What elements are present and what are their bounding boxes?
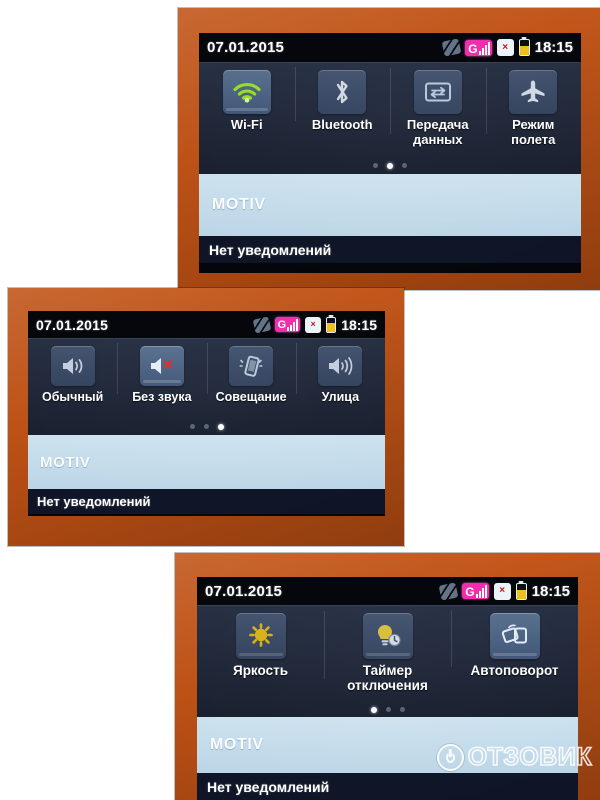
status-bar: 07.01.2015 G × 18:15: [197, 577, 578, 605]
status-bar: 07.01.2015 G × 18:15: [28, 311, 385, 338]
toggle-state-bar: [238, 653, 283, 656]
toggle-sleep-timer[interactable]: Таймер отключения: [324, 606, 451, 693]
toggle-label: Совещание: [215, 390, 287, 404]
toggle-label: Обычный: [41, 390, 104, 404]
page-indicator: [197, 707, 578, 713]
bluetooth-icon: [318, 70, 366, 114]
gprs-signal-icon: G: [465, 39, 492, 56]
notification-band: Нет уведомлений: [28, 489, 385, 514]
no-notifications-text: Нет уведомлений: [37, 494, 151, 509]
status-time: 18:15: [341, 316, 377, 333]
gprs-letter: G: [277, 319, 287, 331]
carrier-name: MOTIV: [212, 196, 266, 213]
toggle-label: Без звука: [132, 390, 192, 404]
no-sim-x: ×: [502, 41, 509, 53]
phone-screen: 07.01.2015 G ×: [197, 577, 578, 800]
carrier-name: MOTIV: [40, 453, 91, 471]
gprs-signal-icon: G: [274, 317, 301, 332]
toggle-state-bar: [365, 653, 410, 656]
battery-icon: [326, 314, 337, 333]
status-icons: G × 18:15: [438, 580, 570, 601]
page-indicator: [199, 163, 581, 169]
data-transfer-icon: [414, 70, 462, 114]
toggle-bluetooth[interactable]: Bluetooth: [294, 63, 391, 133]
toggle-brightness[interactable]: Яркость: [197, 606, 324, 678]
no-notifications-text: Нет уведомлений: [209, 241, 332, 258]
phone-screen: 07.01.2015 G ×: [28, 311, 385, 516]
notification-band: Нет уведомлений: [199, 236, 581, 263]
sync-icon: [441, 38, 462, 57]
signal-bars-icon: [475, 585, 487, 598]
toggle-autorotate[interactable]: Автоповорот: [451, 606, 578, 678]
toggle-state-bar: [225, 108, 268, 111]
toggle-state-bar: [142, 380, 181, 383]
no-sim-x: ×: [310, 319, 316, 329]
toggle-data[interactable]: Передача данных: [390, 63, 486, 147]
status-date: 07.01.2015: [207, 39, 285, 56]
photo-panel-sound-profiles: 07.01.2015 G × 18:15 Обычный Без звука С…: [8, 288, 404, 546]
carrier-band: MOTIV: [197, 717, 578, 773]
toggle-label: Wi-Fi: [230, 117, 263, 132]
toggle-silent[interactable]: Без звука: [117, 339, 206, 404]
signal-bars-icon: [287, 319, 299, 331]
carrier-band: MOTIV: [199, 174, 581, 236]
toggle-outdoor[interactable]: Улица: [295, 339, 385, 404]
status-date: 07.01.2015: [36, 316, 109, 333]
page-indicator: [28, 424, 385, 430]
status-bar: 07.01.2015 G × 18:15: [199, 33, 581, 62]
photo-panel-display: 07.01.2015 G × 18:15 Яркость Таймер откл…: [175, 553, 600, 800]
toggle-airplane[interactable]: Режим полета: [485, 63, 582, 147]
quick-toggles-row: Яркость Таймер отключения Автоповорот: [197, 605, 578, 717]
status-time: 18:15: [531, 582, 570, 600]
status-icons: G × 18:15: [441, 37, 573, 57]
no-sim-icon: ×: [493, 582, 511, 600]
status-date: 07.01.2015: [205, 582, 283, 600]
airplane-icon: [509, 70, 557, 114]
sync-icon: [252, 315, 271, 334]
battery-icon: [515, 580, 527, 600]
quick-toggles-row: Обычный Без звука Совещание Улица: [28, 338, 385, 435]
speaker-icon: [51, 346, 95, 386]
toggle-label: Таймер отключения: [347, 663, 428, 694]
toggle-label: Передача данных: [406, 117, 469, 147]
status-time: 18:15: [534, 39, 573, 56]
toggle-state-bar: [492, 653, 537, 656]
screen-empty-area: [199, 263, 581, 273]
toggle-normal[interactable]: Обычный: [28, 339, 117, 404]
toggle-wifi[interactable]: Wi-Fi: [199, 63, 295, 133]
toggle-label: Яркость: [232, 663, 288, 678]
carrier-band: MOTIV: [28, 435, 385, 489]
speaker-loud-icon: [318, 346, 362, 386]
toggle-label: Режим полета: [511, 117, 556, 147]
sync-icon: [438, 581, 459, 601]
vibrate-icon: [229, 346, 273, 386]
gprs-signal-icon: G: [462, 583, 489, 599]
toggle-label: Автоповорот: [470, 663, 559, 678]
no-sim-icon: ×: [305, 316, 322, 333]
no-sim-icon: ×: [496, 39, 514, 56]
photo-panel-connectivity: 07.01.2015 G × 18:15 Wi-Fi Bluetooth Пер…: [178, 8, 600, 290]
toggle-label: Улица: [321, 390, 360, 404]
signal-bars-icon: [478, 41, 490, 55]
carrier-name: MOTIV: [210, 736, 264, 753]
screen-empty-area: [28, 514, 385, 516]
quick-toggles-row: Wi-Fi Bluetooth Передача данных Режим по…: [199, 62, 581, 174]
toggle-label: Bluetooth: [311, 117, 373, 132]
screenshot-root: 07.01.2015 G × 18:15 Wi-Fi Bluetooth Пер…: [0, 0, 600, 800]
notification-band: Нет уведомлений: [197, 773, 578, 800]
phone-screen: 07.01.2015 G ×: [199, 33, 581, 273]
no-notifications-text: Нет уведомлений: [207, 778, 330, 795]
toggle-meeting[interactable]: Совещание: [206, 339, 296, 404]
battery-icon: [518, 37, 530, 56]
no-sim-x: ×: [499, 585, 506, 596]
gprs-letter: G: [465, 585, 475, 599]
status-icons: G × 18:15: [252, 314, 377, 334]
gprs-letter: G: [468, 41, 478, 56]
